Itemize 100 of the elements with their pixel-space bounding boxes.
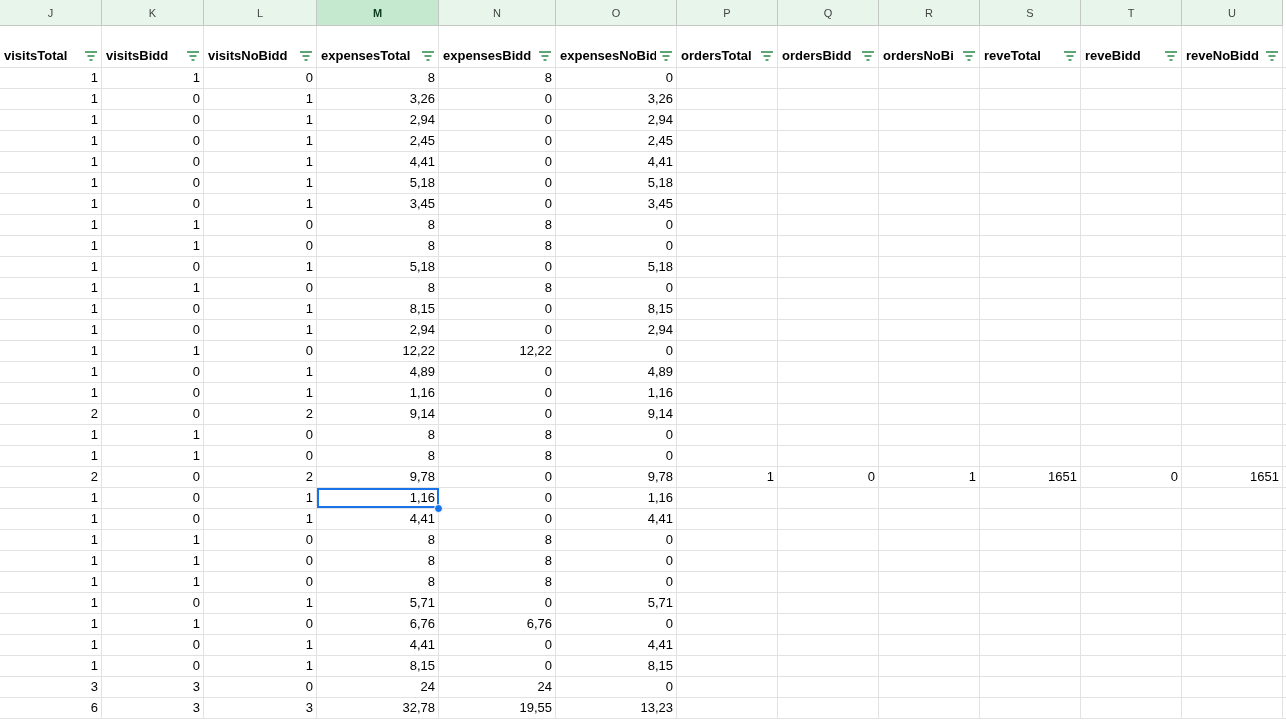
table-cell: 1 [879,467,980,487]
table-cell: 0 [439,320,556,340]
table-cell: 3,26 [556,89,677,109]
table-cell: 8 [317,572,439,592]
table-cell: 0 [102,593,204,613]
table-cell: 0 [204,572,317,592]
table-cell: 0 [204,425,317,445]
filter-icon[interactable] [961,50,977,62]
table-cell: 1 [0,152,102,172]
table-cell: 1 [0,488,102,508]
table-cell: 1 [0,173,102,193]
table-cell: 1 [204,257,317,277]
table-cell: 1,16 [317,383,439,403]
table-cell: 1 [0,383,102,403]
column-letter[interactable]: L [204,0,317,26]
column-letter[interactable]: M [317,0,439,26]
table-cell: 0 [556,614,677,634]
table-cell: 8 [317,278,439,298]
column-header: ordersBidd [782,48,853,63]
table-cell: 0 [556,530,677,550]
column-letter[interactable]: Q [778,0,879,26]
filter-icon[interactable] [185,50,201,62]
table-cell: 0 [556,341,677,361]
table-cell: 2,45 [556,131,677,151]
column-header: expensesTotal [321,48,412,63]
table-cell: 0 [556,215,677,235]
column-letter[interactable]: U [1182,0,1283,26]
table-cell: 1 [102,341,204,361]
table-cell: 1 [204,299,317,319]
table-cell: 1 [102,446,204,466]
table-cell: 9,78 [556,467,677,487]
table-cell: 4,41 [317,509,439,529]
table-cell: 1 [0,656,102,676]
table-cell: 1 [0,635,102,655]
filter-icon[interactable] [759,50,775,62]
column-letter[interactable]: R [879,0,980,26]
column-letter[interactable]: S [980,0,1081,26]
table-cell: 1651 [1182,467,1283,487]
table-cell: 8 [439,68,556,88]
filter-icon[interactable] [298,50,314,62]
table-cell: 1 [204,488,317,508]
table-cell: 1651 [980,467,1081,487]
filter-icon[interactable] [420,50,436,62]
table-cell: 8 [317,530,439,550]
table-cell: 0 [439,152,556,172]
table-cell: 2,94 [556,110,677,130]
table-cell: 1 [0,257,102,277]
table-cell: 0 [439,593,556,613]
filter-icon[interactable] [83,50,99,62]
table-cell: 0 [439,635,556,655]
table-cell: 0 [102,152,204,172]
table-cell: 9,78 [317,467,439,487]
table-cell: 24 [317,677,439,697]
column-header: ordersNoBi [883,48,955,63]
fill-handle[interactable] [434,504,443,513]
table-cell: 0 [439,194,556,214]
column-letter[interactable]: N [439,0,556,26]
table-cell: 1 [204,194,317,214]
table-cell: 1,16 [556,488,677,508]
filter-icon[interactable] [658,50,674,62]
table-cell: 4,89 [556,362,677,382]
table-cell: 6,76 [317,614,439,634]
table-cell: 4,41 [556,509,677,529]
table-cell: 19,55 [439,698,556,718]
filter-icon[interactable] [1062,50,1078,62]
table-cell: 1 [204,656,317,676]
column-letter[interactable]: K [102,0,204,26]
table-cell: 0 [556,446,677,466]
table-cell: 1 [102,236,204,256]
column-letter[interactable]: J [0,0,102,26]
table-cell: 0 [439,131,556,151]
table-cell: 0 [439,383,556,403]
filter-icon[interactable] [1264,50,1280,62]
column-header: ordersTotal [681,48,753,63]
table-cell: 0 [439,656,556,676]
column-header: expensesNoBid [560,48,656,63]
table-cell: 0 [439,488,556,508]
table-cell: 8 [439,236,556,256]
filter-icon[interactable] [860,50,876,62]
table-cell: 0 [778,467,879,487]
column-header: reveNoBidd [1186,48,1260,63]
table-cell: 1 [204,320,317,340]
filter-icon[interactable] [537,50,553,62]
table-cell: 24 [439,677,556,697]
table-cell: 1 [0,551,102,571]
table-cell: 0 [102,467,204,487]
filter-icon[interactable] [1163,50,1179,62]
table-cell: 0 [102,383,204,403]
table-cell: 0 [102,89,204,109]
table-cell[interactable]: 1,16 [317,488,439,508]
table-cell: 12,22 [439,341,556,361]
column-letter[interactable]: T [1081,0,1182,26]
table-cell: 0 [204,551,317,571]
column-letter[interactable]: P [677,0,778,26]
column-letter[interactable]: O [556,0,677,26]
table-cell: 1 [204,593,317,613]
table-cell: 2,94 [556,320,677,340]
table-cell: 1 [0,278,102,298]
table-cell: 1 [0,110,102,130]
table-cell: 5,18 [317,173,439,193]
